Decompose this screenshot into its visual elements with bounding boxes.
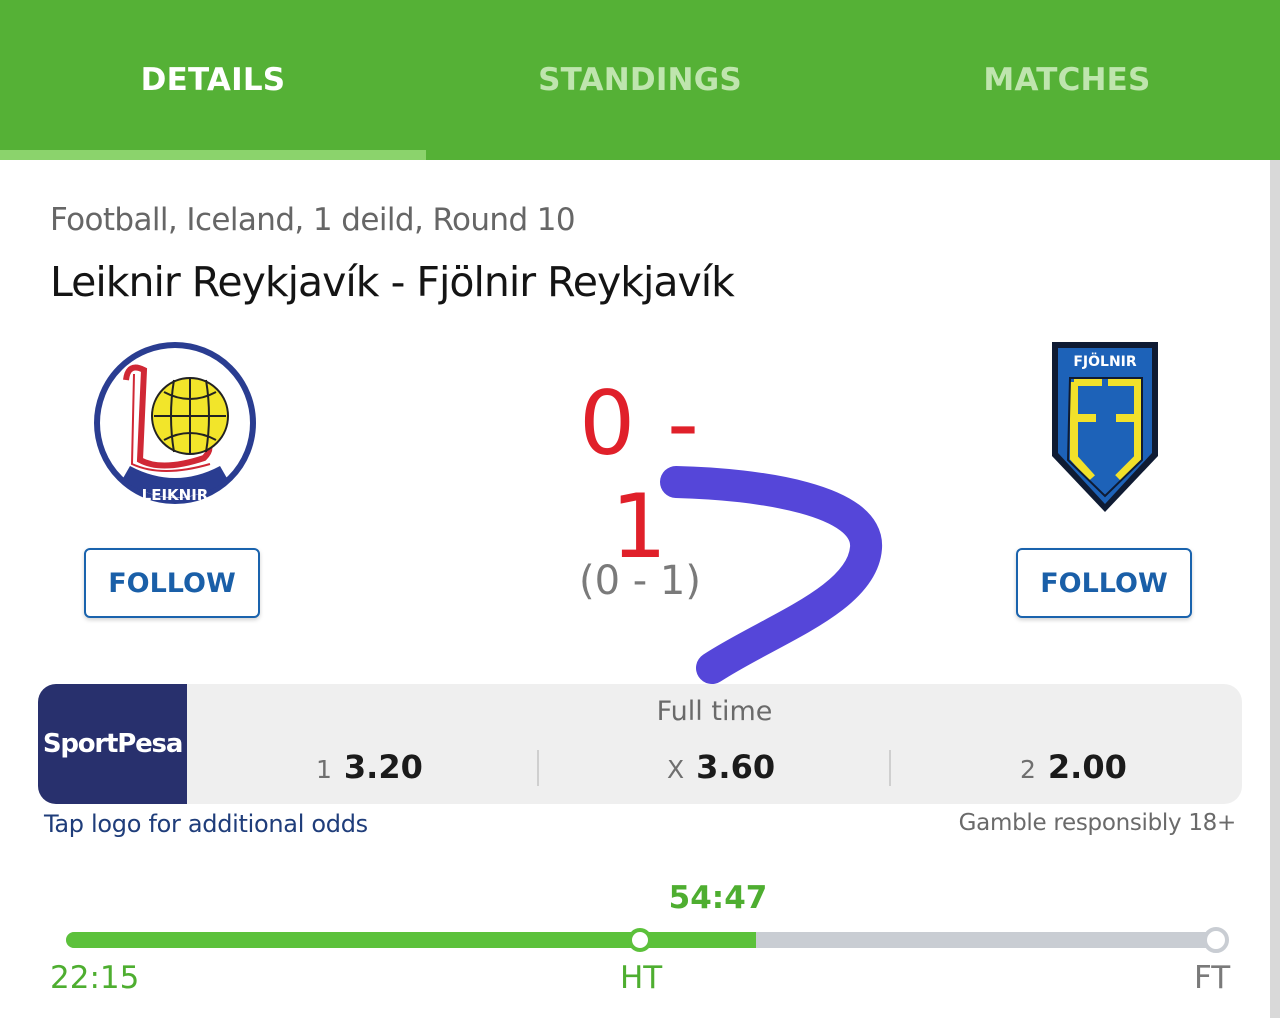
odds-header: Full time [656, 696, 773, 727]
timeline-progress [66, 932, 756, 948]
scroll-edge [1270, 160, 1280, 1018]
odd-key: X [667, 755, 685, 784]
match-title: Leiknir Reykjavík - Fjölnir Reykjavík [50, 258, 735, 306]
breadcrumb: Football, Iceland, 1 deild, Round 10 [50, 202, 576, 238]
sponsor-logo[interactable]: SportPesa [38, 684, 187, 804]
match-score: 0 - 1 [579, 372, 701, 578]
timeline-ht-label: HT [620, 960, 663, 996]
fulltime-marker [1203, 927, 1229, 953]
home-logo-text: LEIKNIR [142, 486, 209, 504]
odd-draw[interactable]: X 3.60 [667, 748, 775, 792]
odd-value: 2.00 [1047, 748, 1127, 786]
odds-panel: SportPesa Full time 1 3.20 X 3.60 2 2.00 [38, 684, 1242, 804]
home-team-logo[interactable]: LEIKNIR [92, 340, 258, 516]
timeline-ft-label: FT [1194, 960, 1231, 996]
away-team-logo[interactable]: FJÖLNIR [1048, 338, 1162, 516]
odd-value: 3.20 [343, 748, 423, 786]
tab-matches[interactable]: MATCHES [854, 0, 1280, 160]
away-logo-text: FJÖLNIR [1073, 352, 1137, 370]
timeline-start-time: 22:15 [50, 960, 140, 996]
tab-details[interactable]: DETAILS [0, 0, 426, 160]
top-tab-bar: DETAILS STANDINGS MATCHES [0, 0, 1280, 160]
active-tab-indicator [0, 150, 426, 160]
odd-key: 1 [316, 755, 332, 784]
odds-divider [537, 750, 539, 786]
tab-standings[interactable]: STANDINGS [427, 0, 853, 160]
odd-key: 2 [1020, 755, 1036, 784]
odd-home[interactable]: 1 3.20 [316, 748, 423, 792]
odd-value: 3.60 [696, 748, 776, 786]
additional-odds-link[interactable]: Tap logo for additional odds [44, 810, 368, 838]
halftime-score: (0 - 1) [579, 558, 701, 604]
follow-away-button[interactable]: FOLLOW [1016, 548, 1192, 618]
odd-away[interactable]: 2 2.00 [1020, 748, 1127, 792]
current-match-time: 54:47 [668, 880, 768, 916]
gamble-notice: Gamble responsibly 18+ [958, 810, 1237, 836]
odds-divider [889, 750, 891, 786]
follow-home-button[interactable]: FOLLOW [84, 548, 260, 618]
halftime-marker [628, 928, 652, 952]
